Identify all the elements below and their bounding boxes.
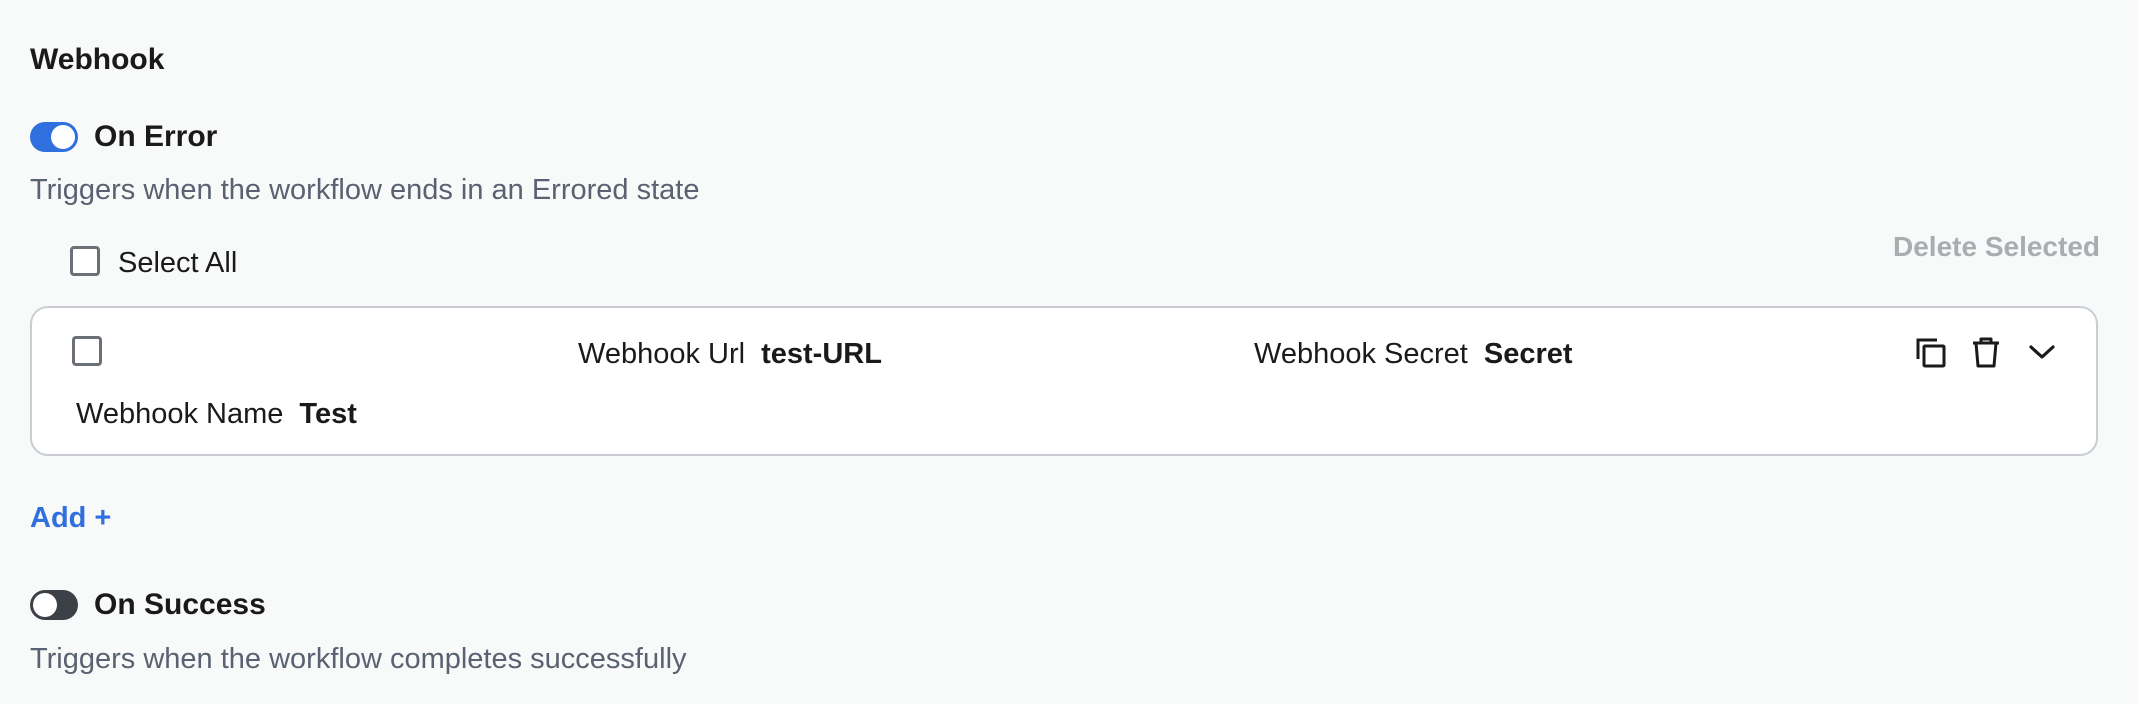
section-title: Webhook xyxy=(30,43,165,76)
webhook-secret-value: Secret xyxy=(1483,338,1573,370)
on-error-label: On Error xyxy=(94,120,218,153)
webhook-url-field: Webhook Url test-URL xyxy=(578,336,882,372)
select-all-label: Select All xyxy=(118,247,238,279)
trash-icon xyxy=(1973,337,1999,368)
toggle-knob xyxy=(33,593,57,617)
webhook-secret-label: Webhook Secret xyxy=(1254,338,1468,370)
copy-icon xyxy=(1916,338,1946,368)
webhook-name-field: Webhook Name Test xyxy=(76,396,357,432)
copy-button[interactable] xyxy=(1910,332,1950,372)
on-error-toggle[interactable] xyxy=(30,122,78,152)
on-error-description: Triggers when the workflow ends in an Er… xyxy=(30,174,700,206)
delete-button[interactable] xyxy=(1966,332,2006,372)
delete-selected-button[interactable]: Delete Selected xyxy=(1893,229,2100,265)
webhook-name-value: Test xyxy=(299,398,357,430)
webhook-name-label: Webhook Name xyxy=(76,398,284,430)
on-success-description: Triggers when the workflow completes suc… xyxy=(30,643,687,675)
webhook-row-checkbox[interactable] xyxy=(72,336,102,366)
webhook-url-value: test-URL xyxy=(761,338,882,370)
toggle-knob xyxy=(51,125,75,149)
expand-button[interactable] xyxy=(2022,332,2062,372)
chevron-down-icon xyxy=(2029,345,2055,359)
webhook-secret-field: Webhook Secret Secret xyxy=(1254,336,1573,372)
select-all-checkbox[interactable] xyxy=(70,246,100,276)
add-webhook-link[interactable]: Add + xyxy=(30,500,111,536)
on-success-label: On Success xyxy=(94,588,266,621)
webhook-card: Webhook Url test-URL Webhook Secret Secret… xyxy=(30,306,2098,456)
webhook-url-label: Webhook Url xyxy=(578,338,746,370)
on-success-toggle[interactable] xyxy=(30,590,78,620)
